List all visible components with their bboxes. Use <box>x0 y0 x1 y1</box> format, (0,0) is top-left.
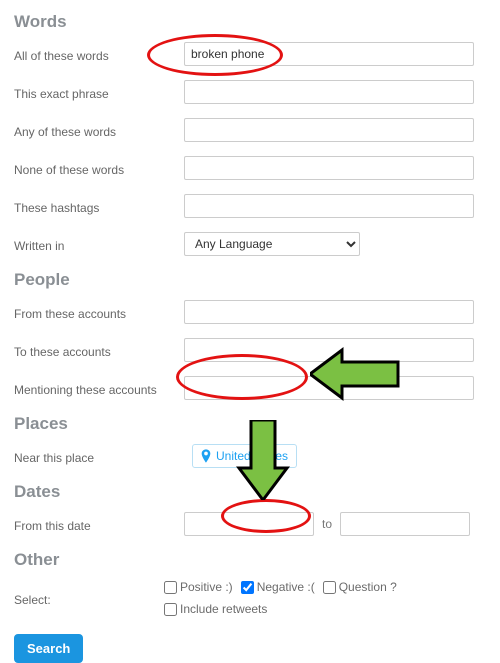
positive-checkbox[interactable] <box>164 581 177 594</box>
to-accounts-input[interactable] <box>184 338 474 362</box>
section-other: Other <box>14 550 500 570</box>
retweets-checkbox[interactable] <box>164 603 177 616</box>
row-hashtags: These hashtags <box>14 194 500 218</box>
label-from-accounts: From these accounts <box>14 303 184 321</box>
place-tag[interactable]: United States <box>192 444 297 468</box>
from-date-input[interactable] <box>184 512 314 536</box>
section-dates: Dates <box>14 482 500 502</box>
hashtags-input[interactable] <box>184 194 474 218</box>
retweets-label: Include retweets <box>180 602 267 616</box>
row-near-place: Near this place United States <box>14 444 500 468</box>
negative-label: Negative :( <box>257 580 315 594</box>
row-exact-phrase: This exact phrase <box>14 80 500 104</box>
language-select[interactable]: Any Language <box>184 232 360 256</box>
row-none-words: None of these words <box>14 156 500 180</box>
section-places: Places <box>14 414 500 434</box>
exact-phrase-input[interactable] <box>184 80 474 104</box>
positive-option[interactable]: Positive :) <box>164 580 233 594</box>
row-language: Written in Any Language <box>14 232 500 256</box>
label-any-words: Any of these words <box>14 121 184 139</box>
question-checkbox[interactable] <box>323 581 336 594</box>
label-none-words: None of these words <box>14 159 184 177</box>
row-select: Select: Positive :) Negative :( Question… <box>14 580 500 616</box>
label-all-words: All of these words <box>14 45 184 63</box>
label-to-accounts: To these accounts <box>14 341 184 359</box>
from-accounts-input[interactable] <box>184 300 474 324</box>
row-from-accounts: From these accounts <box>14 300 500 324</box>
mentioning-input[interactable] <box>184 376 474 400</box>
positive-label: Positive :) <box>180 580 233 594</box>
label-language: Written in <box>14 235 184 253</box>
section-people: People <box>14 270 500 290</box>
place-tag-label: United States <box>216 449 288 463</box>
label-near-place: Near this place <box>14 447 184 465</box>
none-words-input[interactable] <box>184 156 474 180</box>
label-from-date: From this date <box>14 515 184 533</box>
question-option[interactable]: Question ? <box>323 580 397 594</box>
search-button[interactable]: Search <box>14 634 83 663</box>
pin-icon <box>201 449 211 463</box>
label-exact-phrase: This exact phrase <box>14 83 184 101</box>
label-mentioning: Mentioning these accounts <box>14 379 184 397</box>
row-from-date: From this date to <box>14 512 500 536</box>
section-words: Words <box>14 12 500 32</box>
question-label: Question ? <box>339 580 397 594</box>
row-any-words: Any of these words <box>14 118 500 142</box>
to-date-input[interactable] <box>340 512 470 536</box>
label-select: Select: <box>14 589 184 607</box>
negative-option[interactable]: Negative :( <box>241 580 315 594</box>
retweets-option[interactable]: Include retweets <box>164 602 267 616</box>
row-all-words: All of these words <box>14 42 500 66</box>
all-words-input[interactable] <box>184 42 474 66</box>
row-mentioning: Mentioning these accounts <box>14 376 500 400</box>
negative-checkbox[interactable] <box>241 581 254 594</box>
any-words-input[interactable] <box>184 118 474 142</box>
row-to-accounts: To these accounts <box>14 338 500 362</box>
date-separator: to <box>322 517 332 531</box>
label-hashtags: These hashtags <box>14 197 184 215</box>
